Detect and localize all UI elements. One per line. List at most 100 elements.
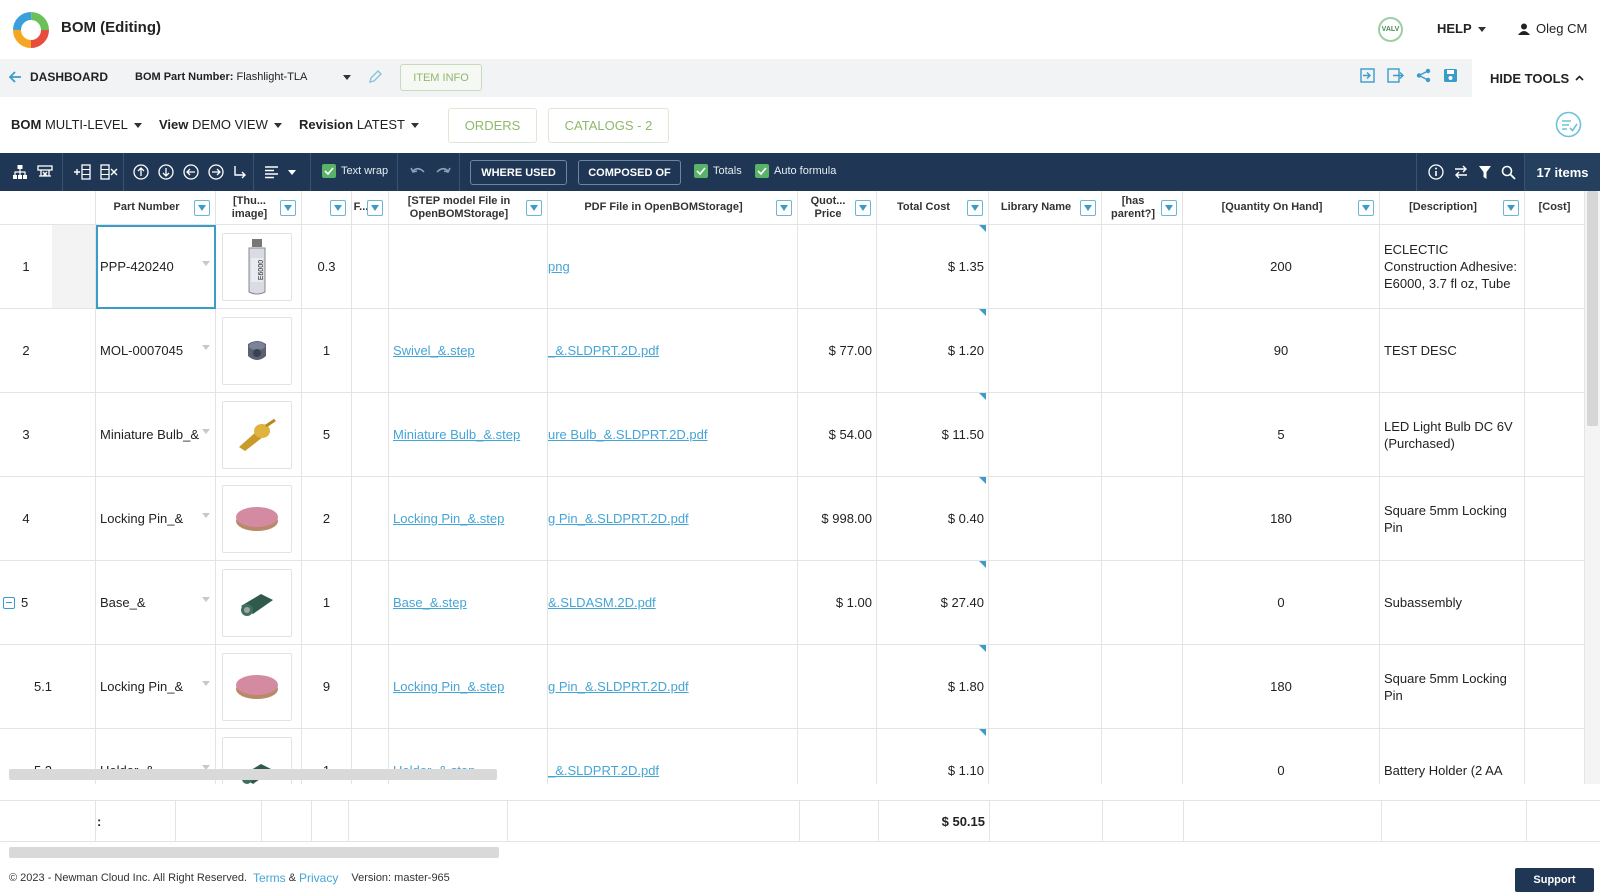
column-filter-icon[interactable]	[776, 200, 792, 216]
has-parent-cell[interactable]	[1102, 393, 1183, 477]
col-header-library-name[interactable]: Library Name	[989, 191, 1102, 225]
quote-price-cell[interactable]: $ 998.00	[798, 477, 877, 561]
description-cell[interactable]: Square 5mm Locking Pin	[1380, 645, 1525, 729]
quote-price-cell[interactable]	[798, 225, 877, 309]
pdf-file-link[interactable]: &.SLDASM.2D.pdf	[548, 594, 656, 611]
pencil-icon[interactable]	[368, 69, 383, 84]
has-parent-cell[interactable]	[1102, 729, 1183, 784]
share-icon[interactable]	[1416, 68, 1431, 83]
pdf-file-link[interactable]: _&.SLDPRT.2D.pdf	[548, 762, 659, 779]
align-menu[interactable]	[264, 153, 296, 191]
composed-of-button[interactable]: COMPOSED OF	[578, 160, 681, 185]
child-row-icon[interactable]	[233, 164, 247, 180]
totals-toggle[interactable]: Totals	[694, 164, 742, 178]
support-button[interactable]: Support	[1515, 868, 1594, 892]
grid-horizontal-scrollbar[interactable]	[9, 769, 497, 780]
orders-button[interactable]: ORDERS	[448, 108, 537, 143]
hierarchy-icon[interactable]	[12, 164, 28, 180]
thumbnail-cell[interactable]	[216, 645, 302, 729]
step-file-link[interactable]: Base_&.step	[393, 594, 467, 611]
pdf-file-link[interactable]: g Pin_&.SLDPRT.2D.pdf	[548, 678, 689, 695]
undo-icon[interactable]	[410, 166, 426, 178]
pdf-file-cell[interactable]: _&.SLDPRT.2D.pdf	[548, 729, 798, 784]
collapse-icon[interactable]	[3, 596, 15, 609]
cost-cell[interactable]	[1525, 645, 1585, 729]
has-parent-cell[interactable]	[1102, 477, 1183, 561]
quantity-on-hand-cell[interactable]: 180	[1183, 477, 1380, 561]
pdf-file-link[interactable]: _&.SLDPRT.2D.pdf	[548, 342, 659, 359]
quote-price-cell[interactable]: $ 1.00	[798, 561, 877, 645]
cost-cell[interactable]	[1525, 477, 1585, 561]
col-header-description[interactable]: [Description]	[1380, 191, 1525, 225]
pdf-file-cell[interactable]: &.SLDASM.2D.pdf	[548, 561, 798, 645]
f-cell[interactable]	[352, 393, 389, 477]
auto-formula-toggle[interactable]: Auto formula	[755, 164, 836, 178]
step-file-link[interactable]: Miniature Bulb_&.step	[393, 426, 520, 443]
info-icon[interactable]	[1428, 164, 1444, 180]
library-name-cell[interactable]	[989, 393, 1102, 477]
thumbnail-cell[interactable]: E6000	[216, 225, 302, 309]
quote-price-cell[interactable]: $ 77.00	[798, 309, 877, 393]
description-cell[interactable]: Subassembly	[1380, 561, 1525, 645]
quantity-cell[interactable]: 1	[302, 561, 352, 645]
flatten-icon[interactable]	[37, 164, 53, 180]
pdf-file-link[interactable]: png	[548, 258, 570, 275]
step-file-cell[interactable]: Locking Pin_&.step	[389, 477, 548, 561]
user-menu[interactable]: Oleg CM	[1518, 21, 1587, 36]
cell-dropdown-icon[interactable]	[202, 429, 210, 434]
item-info-button[interactable]: ITEM INFO	[400, 64, 482, 91]
has-parent-cell[interactable]	[1102, 225, 1183, 309]
description-cell[interactable]: TEST DESC	[1380, 309, 1525, 393]
cell-dropdown-icon[interactable]	[202, 513, 210, 518]
pdf-file-link[interactable]: ure Bulb_&.SLDPRT.2D.pdf	[548, 426, 707, 443]
quantity-on-hand-cell[interactable]: 0	[1183, 561, 1380, 645]
pdf-file-cell[interactable]: g Pin_&.SLDPRT.2D.pdf	[548, 477, 798, 561]
col-header-has-parent[interactable]: [has parent?]	[1102, 191, 1183, 225]
cell-dropdown-icon[interactable]	[202, 681, 210, 686]
col-header-step-file[interactable]: [STEP model File in OpenBOMStorage]	[389, 191, 548, 225]
export-icon[interactable]	[1387, 68, 1404, 83]
quote-price-cell[interactable]	[798, 729, 877, 784]
library-name-cell[interactable]	[989, 225, 1102, 309]
column-filter-icon[interactable]	[1080, 200, 1096, 216]
description-cell[interactable]: ECLECTIC Construction Adhesive: E6000, 3…	[1380, 225, 1525, 309]
thumbnail-cell[interactable]	[216, 309, 302, 393]
openbom-logo-icon[interactable]	[10, 9, 52, 51]
column-filter-icon[interactable]	[280, 200, 296, 216]
indent-icon[interactable]	[208, 164, 224, 180]
part-number-cell[interactable]: MOL-0007045	[96, 309, 216, 393]
move-up-icon[interactable]	[133, 164, 149, 180]
col-header-pdf-file[interactable]: PDF File in OpenBOMStorage]	[548, 191, 798, 225]
save-icon[interactable]	[1443, 68, 1458, 83]
part-dropdown-icon[interactable]	[343, 75, 351, 80]
library-name-cell[interactable]	[989, 561, 1102, 645]
col-header-part-number[interactable]: Part Number	[96, 191, 216, 225]
f-cell[interactable]	[352, 477, 389, 561]
column-filter-icon[interactable]	[967, 200, 983, 216]
privacy-link[interactable]: Privacy	[299, 871, 338, 885]
part-number-cell[interactable]: PPP-420240	[96, 225, 216, 309]
grid-vertical-scrollbar[interactable]	[1585, 191, 1600, 784]
quote-price-cell[interactable]	[798, 645, 877, 729]
text-wrap-toggle[interactable]: Text wrap	[322, 164, 388, 178]
f-cell[interactable]	[352, 645, 389, 729]
description-cell[interactable]: Battery Holder (2 AA	[1380, 729, 1525, 784]
pdf-file-link[interactable]: g Pin_&.SLDPRT.2D.pdf	[548, 510, 689, 527]
move-down-icon[interactable]	[158, 164, 174, 180]
description-cell[interactable]: LED Light Bulb DC 6V (Purchased)	[1380, 393, 1525, 477]
library-name-cell[interactable]	[989, 309, 1102, 393]
redo-icon[interactable]	[435, 166, 451, 178]
valv-badge[interactable]: VALV	[1378, 17, 1403, 42]
bom-type-select[interactable]: BOM MULTI-LEVEL	[11, 117, 142, 132]
revision-select[interactable]: Revision LATEST	[299, 117, 419, 132]
pdf-file-cell[interactable]: _&.SLDPRT.2D.pdf	[548, 309, 798, 393]
quantity-on-hand-cell[interactable]: 5	[1183, 393, 1380, 477]
part-number-cell[interactable]: Miniature Bulb_&	[96, 393, 216, 477]
col-header-thumbnail[interactable]: [Thu... image]	[216, 191, 302, 225]
has-parent-cell[interactable]	[1102, 309, 1183, 393]
step-file-cell[interactable]: Swivel_&.step	[389, 309, 548, 393]
quote-price-cell[interactable]: $ 54.00	[798, 393, 877, 477]
step-file-cell[interactable]: Miniature Bulb_&.step	[389, 393, 548, 477]
col-header-quantity[interactable]	[302, 191, 352, 225]
quantity-on-hand-cell[interactable]: 180	[1183, 645, 1380, 729]
